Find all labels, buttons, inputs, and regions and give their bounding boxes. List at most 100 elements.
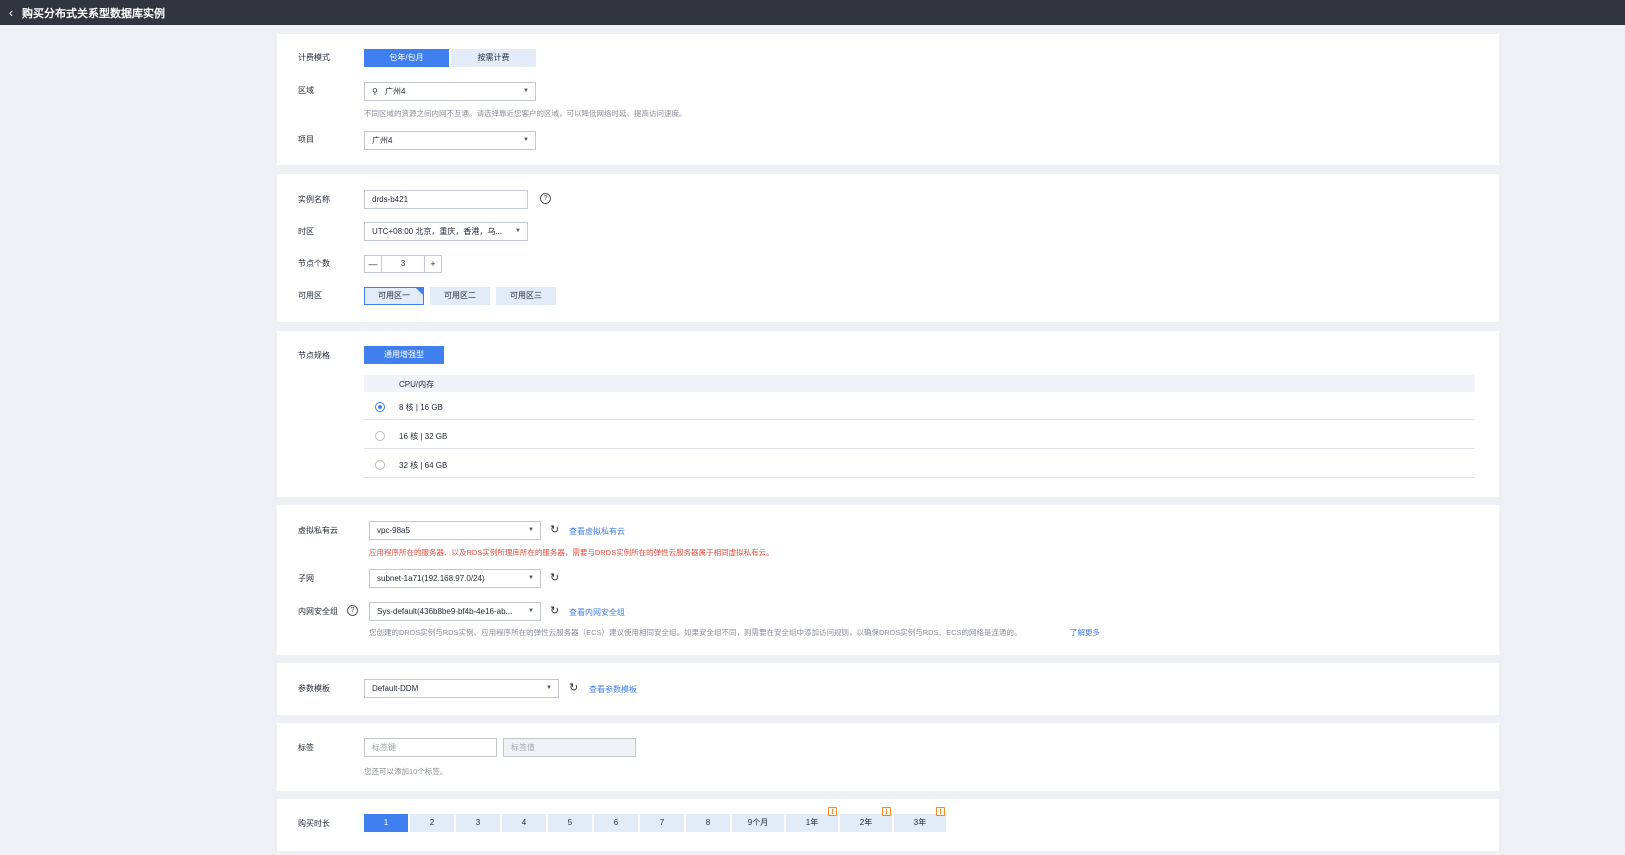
- spec-row-label: 32 核 | 64 GB: [399, 461, 448, 470]
- duration-5-button[interactable]: 5: [548, 814, 592, 832]
- duration-3-button[interactable]: 3: [456, 814, 500, 832]
- gift-icon: [828, 807, 837, 816]
- duration-2-year-button[interactable]: 2年: [840, 807, 892, 832]
- caret-down-icon: ▼: [523, 137, 529, 143]
- vpc-select[interactable]: vpc-98a5 ▼: [369, 521, 541, 540]
- billing-card: 计费模式 包年/包月 按需计费 区域 ⚲ 广州4 ▼ 不同区域的资源之间内网不互…: [277, 34, 1499, 165]
- vpc-warning: 应用程序所在的服务器、以及RDS实例所理库所在的服务器，需要与DRDS实例所在的…: [369, 548, 774, 557]
- spec-type-button[interactable]: 通用增强型: [364, 346, 444, 364]
- param-template-select[interactable]: Default-DDM ▼: [364, 679, 559, 698]
- top-bar: ‹ 购买分布式关系型数据库实例: [0, 0, 1625, 25]
- timezone-value: UTC+08:00 北京，重庆，香港，乌...: [372, 227, 503, 236]
- purchase-duration-label: 购买时长: [298, 819, 330, 828]
- radio-icon[interactable]: [375, 460, 385, 470]
- view-vpc-link[interactable]: 查看虚拟私有云: [569, 526, 625, 537]
- duration-9-months-button[interactable]: 9个月: [732, 814, 784, 832]
- view-param-template-link[interactable]: 查看参数模板: [589, 684, 637, 695]
- spec-row-32c64g[interactable]: 32 核 | 64 GB: [364, 450, 1475, 478]
- zone-3-button[interactable]: 可用区三: [496, 287, 556, 305]
- subnet-label: 子网: [298, 574, 314, 583]
- region-select[interactable]: ⚲ 广州4 ▼: [364, 82, 536, 101]
- duration-3-year-button[interactable]: 3年: [894, 807, 946, 832]
- page-title: 购买分布式关系型数据库实例: [22, 7, 165, 20]
- spec-row-label: 16 核 | 32 GB: [399, 432, 448, 441]
- duration-6-button[interactable]: 6: [594, 814, 638, 832]
- tags-card: 标签 标签键 标签值 您还可以添加10个标签。: [277, 723, 1499, 791]
- zone-1-label: 可用区一: [378, 291, 410, 300]
- duration-label: 3年: [913, 818, 927, 827]
- security-group-hint: 您创建的DRDS实例与RDS实例、应用程序所在的弹性云服务器（ECS）建议使用相…: [369, 628, 1022, 637]
- vpc-label: 虚拟私有云: [298, 526, 338, 535]
- node-spec-label: 节点规格: [298, 351, 330, 360]
- refresh-icon[interactable]: ↻: [550, 606, 559, 617]
- instance-name-label: 实例名称: [298, 195, 330, 204]
- region-label: 区域: [298, 86, 314, 95]
- question-circle-icon[interactable]: ?: [540, 193, 551, 204]
- project-label: 项目: [298, 135, 314, 144]
- spec-row-label: 8 核 | 16 GB: [399, 403, 443, 412]
- spec-table-header: CPU/内存: [364, 375, 1475, 392]
- availability-zone-label: 可用区: [298, 291, 322, 300]
- duration-label: 1年: [805, 818, 819, 827]
- view-security-group-link[interactable]: 查看内网安全组: [569, 607, 625, 618]
- question-circle-icon[interactable]: ?: [347, 605, 358, 616]
- project-value: 广州4: [372, 136, 393, 145]
- duration-2-button[interactable]: 2: [410, 814, 454, 832]
- caret-down-icon: ▼: [528, 575, 534, 581]
- instance-card: 实例名称 drds-b421 ? 时区 UTC+08:00 北京，重庆，香港，乌…: [277, 174, 1499, 322]
- params-card: 参数模板 Default-DDM ▼ ↻ 查看参数模板: [277, 663, 1499, 715]
- security-group-select[interactable]: Sys-default(436b8be9-bf4b-4e16-ab... ▼: [369, 602, 541, 621]
- timezone-label: 时区: [298, 227, 314, 236]
- refresh-icon[interactable]: ↻: [550, 573, 559, 584]
- param-template-label: 参数模板: [298, 684, 330, 693]
- spec-row-8c16g[interactable]: 8 核 | 16 GB: [364, 392, 1475, 420]
- billing-mode-yearly-button[interactable]: 包年/包月: [364, 49, 449, 67]
- timezone-select[interactable]: UTC+08:00 北京，重庆，香港，乌... ▼: [364, 222, 528, 241]
- subnet-value: subnet-1a71(192.168.97.0/24): [377, 574, 485, 583]
- billing-mode-ondemand-button[interactable]: 按需计费: [451, 49, 536, 67]
- radio-selected-icon[interactable]: [375, 402, 385, 412]
- billing-mode-label: 计费模式: [298, 53, 330, 62]
- network-card: 虚拟私有云 vpc-98a5 ▼ ↻ 查看虚拟私有云 应用程序所在的服务器、以及…: [277, 505, 1499, 655]
- project-select[interactable]: 广州4 ▼: [364, 131, 536, 150]
- subnet-select[interactable]: subnet-1a71(192.168.97.0/24) ▼: [369, 569, 541, 588]
- duration-1-button[interactable]: 1: [364, 814, 408, 832]
- radio-icon[interactable]: [375, 431, 385, 441]
- duration-1-year-button[interactable]: 1年: [786, 807, 838, 832]
- zone-2-button[interactable]: 可用区二: [430, 287, 490, 305]
- back-arrow-icon[interactable]: ‹: [0, 0, 22, 25]
- caret-down-icon: ▼: [528, 527, 534, 533]
- refresh-icon[interactable]: ↻: [550, 525, 559, 536]
- location-pin-icon: ⚲: [372, 87, 378, 96]
- param-template-value: Default-DDM: [372, 684, 419, 693]
- refresh-icon[interactable]: ↻: [569, 683, 578, 694]
- minus-button[interactable]: —: [365, 256, 382, 272]
- spec-row-16c32g[interactable]: 16 核 | 32 GB: [364, 421, 1475, 449]
- gift-icon: [936, 807, 945, 816]
- tag-value-input[interactable]: 标签值: [503, 738, 636, 757]
- cpu-memory-column-header: CPU/内存: [399, 380, 435, 389]
- tag-key-input[interactable]: 标签键: [364, 738, 497, 757]
- learn-more-link[interactable]: 了解更多: [1070, 627, 1100, 638]
- region-hint: 不同区域的资源之间内网不互通。请选择靠近您客户的区域，可以降低网络时延、提高访问…: [364, 109, 687, 118]
- spec-card: 节点规格 通用增强型 CPU/内存 8 核 | 16 GB 16 核 | 32 …: [277, 331, 1499, 497]
- caret-down-icon: ▼: [523, 88, 529, 94]
- duration-7-button[interactable]: 7: [640, 814, 684, 832]
- security-group-label: 内网安全组: [298, 607, 338, 616]
- duration-4-button[interactable]: 4: [502, 814, 546, 832]
- caret-down-icon: ▼: [528, 608, 534, 614]
- plus-button[interactable]: +: [424, 256, 441, 272]
- gift-icon: [882, 807, 891, 816]
- security-group-value: Sys-default(436b8be9-bf4b-4e16-ab...: [377, 607, 513, 616]
- caret-down-icon: ▼: [546, 685, 552, 691]
- zone-1-button[interactable]: 可用区一: [364, 287, 424, 305]
- tags-label: 标签: [298, 743, 314, 752]
- node-count-stepper[interactable]: — 3 +: [364, 255, 442, 273]
- node-count-label: 节点个数: [298, 259, 330, 268]
- instance-name-input[interactable]: drds-b421: [364, 190, 528, 209]
- duration-8-button[interactable]: 8: [686, 814, 730, 832]
- region-value: 广州4: [385, 87, 406, 96]
- duration-label: 2年: [859, 818, 873, 827]
- node-count-value[interactable]: 3: [382, 256, 424, 272]
- tags-hint: 您还可以添加10个标签。: [364, 767, 448, 776]
